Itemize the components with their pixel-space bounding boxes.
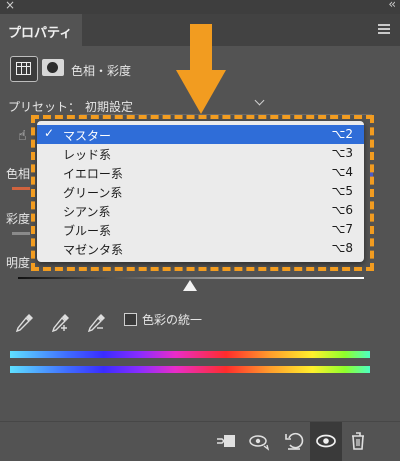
dropdown-item-shortcut: ⌥8 (331, 241, 353, 255)
chevron-down-icon (254, 95, 265, 106)
preset-select[interactable]: 初期設定 (80, 94, 372, 115)
eyedropper-icon[interactable] (12, 311, 36, 335)
dropdown-item-shortcut: ⌥7 (331, 222, 353, 236)
collapse-icon[interactable]: ‹‹ (388, 0, 395, 11)
dropdown-item-shortcut: ⌥4 (331, 165, 353, 179)
colorize-checkbox[interactable] (124, 313, 137, 326)
eyedropper-minus-icon[interactable] (84, 311, 108, 335)
trash-icon[interactable] (346, 429, 370, 453)
dropdown-item-label: グリーン系 (63, 186, 123, 200)
dropdown-item-shortcut: ⌥6 (331, 203, 353, 217)
channel-dropdown-menu: ✓ マスター ⌥2 レッド系 ⌥3 イエロー系 ⌥4 グリーン系 ⌥5 シアン系… (37, 121, 364, 262)
menu-icon[interactable] (378, 24, 390, 36)
pointer-arrow-icon (176, 24, 226, 114)
dropdown-item-label: マゼンタ系 (63, 243, 124, 257)
adjustment-icon[interactable] (10, 56, 38, 82)
saturation-label: 彩度 (6, 212, 31, 226)
properties-title: 色相・彩度 (71, 64, 132, 78)
dropdown-item-shortcut: ⌥2 (331, 127, 353, 141)
hand-icon[interactable]: ☝ (18, 128, 27, 144)
lightness-label: 明度 (6, 256, 31, 270)
eyedropper-plus-icon[interactable] (48, 311, 72, 335)
lightness-slider-thumb[interactable] (183, 280, 197, 291)
reset-icon[interactable] (282, 429, 306, 453)
view-previous-icon[interactable] (248, 429, 272, 453)
dropdown-item-label: イエロー系 (63, 167, 123, 181)
hue-slider-track[interactable] (12, 187, 30, 190)
dropdown-item-reds[interactable]: レッド系 ⌥3 (37, 144, 364, 163)
preset-label: プリセット： (8, 100, 81, 114)
lightness-slider-track[interactable] (18, 277, 364, 279)
close-icon[interactable]: × (5, 0, 15, 12)
dropdown-item-label: レッド系 (63, 148, 112, 162)
input-spectrum-bar (10, 351, 370, 358)
dropdown-item-greens[interactable]: グリーン系 ⌥5 (37, 182, 364, 201)
dropdown-item-cyans[interactable]: シアン系 ⌥6 (37, 201, 364, 220)
dropdown-item-yellows[interactable]: イエロー系 ⌥4 (37, 163, 364, 182)
dropdown-item-magentas[interactable]: マゼンタ系 ⌥8 (37, 239, 364, 258)
tab-properties-label: プロパティ (8, 26, 73, 41)
hue-label: 色相 (6, 167, 31, 181)
dropdown-item-master[interactable]: ✓ マスター ⌥2 (37, 125, 364, 144)
visibility-eye-icon[interactable] (314, 429, 338, 453)
bottom-toolbar (0, 421, 400, 461)
tab-properties[interactable]: プロパティ (0, 14, 82, 46)
dropdown-item-shortcut: ⌥3 (331, 146, 353, 160)
saturation-slider-track[interactable] (12, 232, 30, 235)
preset-select-value: 初期設定 (85, 100, 134, 114)
colorize-label: 色彩の統一 (142, 313, 203, 327)
mask-icon[interactable] (42, 59, 64, 76)
dropdown-item-shortcut: ⌥5 (331, 184, 353, 198)
output-spectrum-bar (10, 366, 370, 373)
window-top-strip: × ‹‹ (0, 0, 400, 14)
hue-slider-edge (370, 170, 373, 182)
dropdown-item-label: シアン系 (63, 205, 111, 219)
dropdown-item-label: マスター (63, 129, 112, 143)
dropdown-item-blues[interactable]: ブルー系 ⌥7 (37, 220, 364, 239)
clip-to-layer-icon[interactable] (214, 429, 238, 453)
dropdown-item-label: ブルー系 (63, 224, 112, 238)
checkmark-icon: ✓ (44, 126, 55, 140)
